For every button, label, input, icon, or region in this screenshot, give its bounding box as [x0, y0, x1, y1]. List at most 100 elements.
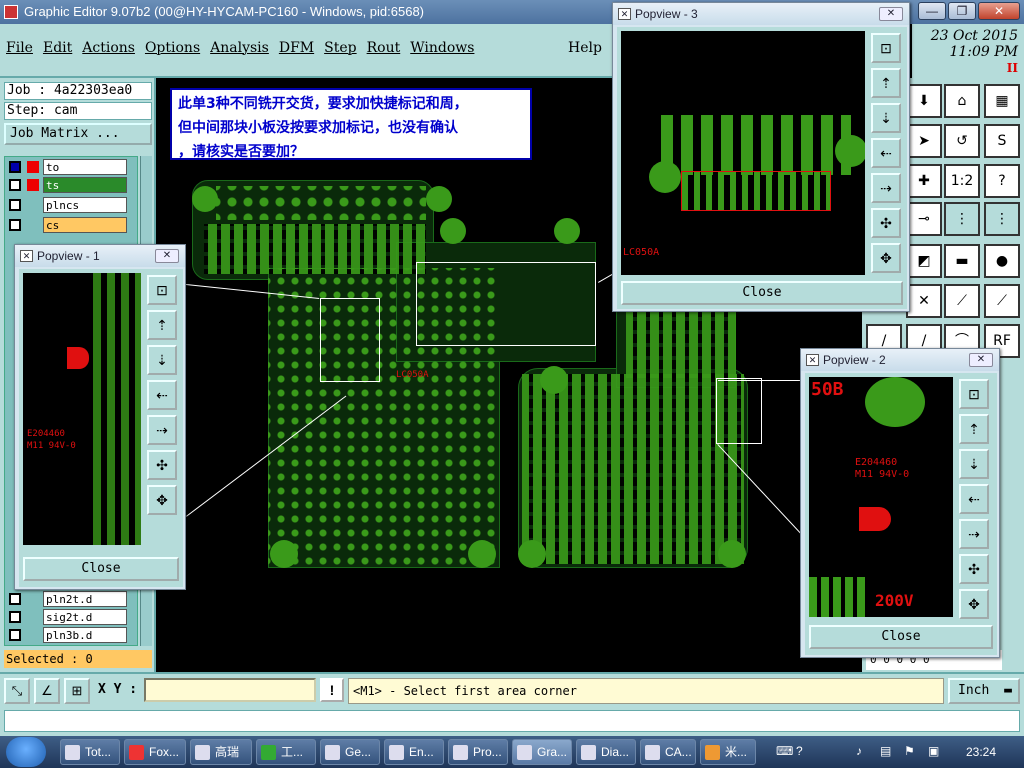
task-button[interactable]: En... — [384, 739, 444, 765]
tool-flag-icon[interactable]: ◩ — [906, 244, 942, 278]
units-menu[interactable]: Inch ▬ — [948, 678, 1020, 704]
layer-checkbox[interactable] — [9, 199, 21, 211]
popview-3-close-icon[interactable]: ✕ — [879, 7, 903, 21]
notification-icon[interactable]: ▣ — [928, 744, 939, 758]
layer-checkbox[interactable] — [9, 179, 21, 191]
tool-ruler-icon[interactable]: ▬ — [944, 244, 980, 278]
popview-zoom-in-icon[interactable]: ✣ — [959, 554, 989, 584]
menu-analysis[interactable]: Analysis — [210, 40, 269, 56]
popview-2-close-button[interactable]: Close — [809, 625, 993, 649]
volume-icon[interactable]: ♪ — [856, 744, 862, 758]
tool-arrow-icon[interactable]: ⬇ — [906, 84, 942, 118]
tool-cross-icon[interactable]: ✕ — [906, 284, 942, 318]
layer-row[interactable]: to — [7, 159, 137, 175]
layer-checkbox[interactable] — [9, 593, 21, 605]
popview-zoom-in-icon[interactable]: ✣ — [871, 208, 901, 238]
keyboard-icon[interactable]: ⌨ — [776, 744, 793, 758]
tool-grid-icon[interactable]: ▦ — [984, 84, 1020, 118]
popview-down-icon[interactable]: ⇣ — [959, 449, 989, 479]
minimize-button[interactable]: — — [918, 2, 946, 20]
xy-input[interactable] — [144, 678, 316, 702]
alert-button[interactable]: ! — [320, 678, 344, 702]
popview-zoom-fit-icon[interactable]: ⊡ — [147, 275, 177, 305]
popview-right-icon[interactable]: ⇢ — [147, 415, 177, 445]
tool-home-icon[interactable]: ⌂ — [944, 84, 980, 118]
tool-line-icon[interactable]: ⟋ — [944, 284, 980, 318]
zoom-area-icon[interactable]: ⤡ — [4, 678, 30, 704]
task-button-active[interactable]: Gra... — [512, 739, 572, 765]
task-button[interactable]: Ge... — [320, 739, 380, 765]
job-matrix-button[interactable]: Job Matrix ... — [4, 123, 152, 145]
popview-1-close-button[interactable]: Close — [23, 557, 179, 581]
start-button[interactable] — [6, 737, 46, 767]
task-button[interactable]: CA... — [640, 739, 696, 765]
message-field[interactable] — [4, 710, 1020, 732]
layer-checkbox[interactable] — [9, 611, 21, 623]
popview-zoom-out-icon[interactable]: ✥ — [871, 243, 901, 273]
popview-3-canvas[interactable]: LC050A — [621, 31, 865, 275]
tool-line2-icon[interactable]: ⟋ — [984, 284, 1020, 318]
layer-checkbox[interactable] — [9, 161, 21, 173]
menu-rout[interactable]: Rout — [367, 40, 401, 56]
popview-zoom-fit-icon[interactable]: ⊡ — [871, 33, 901, 63]
layer-row[interactable]: plncs — [7, 197, 137, 213]
popview-1-canvas[interactable]: E204460 M11 94V-0 — [23, 273, 141, 545]
menu-actions[interactable]: Actions — [82, 40, 135, 56]
layer-checkbox[interactable] — [9, 629, 21, 641]
task-button[interactable]: Tot... — [60, 739, 120, 765]
tool-probe-icon[interactable]: ⊸ — [906, 202, 942, 236]
popview-zoom-out-icon[interactable]: ✥ — [147, 485, 177, 515]
menu-options[interactable]: Options — [145, 40, 200, 56]
menu-windows[interactable]: Windows — [410, 40, 474, 56]
popview-left-icon[interactable]: ⇠ — [959, 484, 989, 514]
popview-down-icon[interactable]: ⇣ — [871, 103, 901, 133]
tool-help-icon[interactable]: ? — [984, 164, 1020, 198]
tool-net-icon[interactable]: ⋮ — [944, 202, 980, 236]
tool-dot-icon[interactable]: ● — [984, 244, 1020, 278]
layer-row[interactable]: cs — [7, 217, 137, 233]
menu-edit[interactable]: Edit — [43, 40, 72, 56]
flag-icon[interactable]: ⚑ — [904, 744, 915, 758]
close-window-button[interactable]: ✕ — [978, 2, 1020, 20]
maximize-button[interactable]: ❐ — [948, 2, 976, 20]
popview-zoom-in-icon[interactable]: ✣ — [147, 450, 177, 480]
network-icon[interactable]: ▤ — [880, 744, 891, 758]
layer-row[interactable]: sig2t.d — [7, 609, 137, 625]
layer-row[interactable]: pln3b.d — [7, 627, 137, 643]
popview-up-icon[interactable]: ⇡ — [147, 310, 177, 340]
help-tray-icon[interactable]: ? — [796, 744, 803, 758]
tool-rotate-icon[interactable]: ↺ — [944, 124, 980, 158]
popview-left-icon[interactable]: ⇠ — [871, 138, 901, 168]
menu-dfm[interactable]: DFM — [279, 40, 314, 56]
popview-zoom-fit-icon[interactable]: ⊡ — [959, 379, 989, 409]
measure-icon[interactable]: ∠ — [34, 678, 60, 704]
task-button[interactable]: 工... — [256, 739, 316, 765]
tool-scale-icon[interactable]: 1:2 — [944, 164, 980, 198]
snap-grid-icon[interactable]: ⊞ — [64, 678, 90, 704]
task-button[interactable]: 米... — [700, 739, 756, 765]
tool-snap-icon[interactable]: ✚ — [906, 164, 942, 198]
menu-file[interactable]: File — [6, 40, 33, 56]
tool-mirror-icon[interactable]: S — [984, 124, 1020, 158]
popview-2-close-icon[interactable]: ✕ — [969, 353, 993, 367]
popview-right-icon[interactable]: ⇢ — [959, 519, 989, 549]
taskbar-clock[interactable]: 23:24 — [966, 745, 996, 759]
task-button[interactable]: Dia... — [576, 739, 636, 765]
popview-3-close-button[interactable]: Close — [621, 281, 903, 305]
popview-zoom-out-icon[interactable]: ✥ — [959, 589, 989, 619]
task-button[interactable]: Pro... — [448, 739, 508, 765]
popview-up-icon[interactable]: ⇡ — [959, 414, 989, 444]
task-button[interactable]: 高瑞 — [190, 739, 252, 765]
tool-move-icon[interactable]: ➤ — [906, 124, 942, 158]
menu-help[interactable]: Help — [568, 40, 602, 56]
layer-checkbox[interactable] — [9, 219, 21, 231]
popview-down-icon[interactable]: ⇣ — [147, 345, 177, 375]
tool-net2-icon[interactable]: ⋮ — [984, 202, 1020, 236]
task-button[interactable]: Fox... — [124, 739, 186, 765]
menu-step[interactable]: Step — [324, 40, 356, 56]
popview-1-close-icon[interactable]: ✕ — [155, 249, 179, 263]
popview-left-icon[interactable]: ⇠ — [147, 380, 177, 410]
popview-up-icon[interactable]: ⇡ — [871, 68, 901, 98]
layer-row[interactable]: ts — [7, 177, 137, 193]
popview-right-icon[interactable]: ⇢ — [871, 173, 901, 203]
